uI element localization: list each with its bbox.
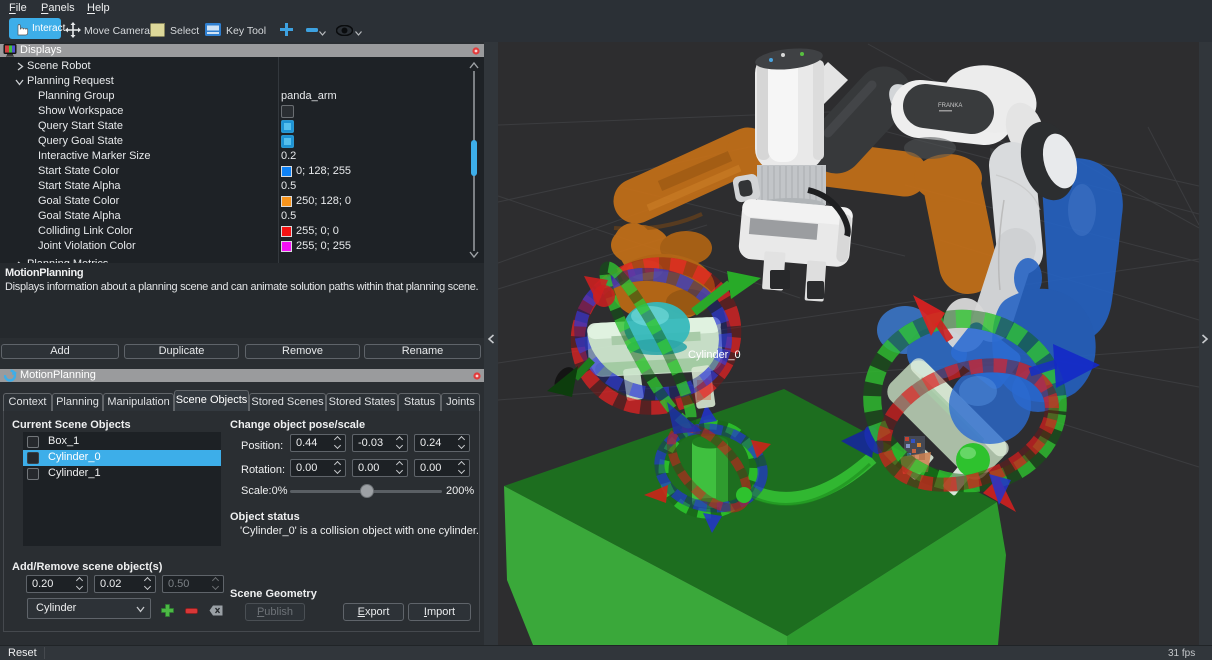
svg-text:FRANKA: FRANKA [938, 103, 962, 109]
svg-text:Cylinder_0: Cylinder_0 [688, 349, 741, 361]
